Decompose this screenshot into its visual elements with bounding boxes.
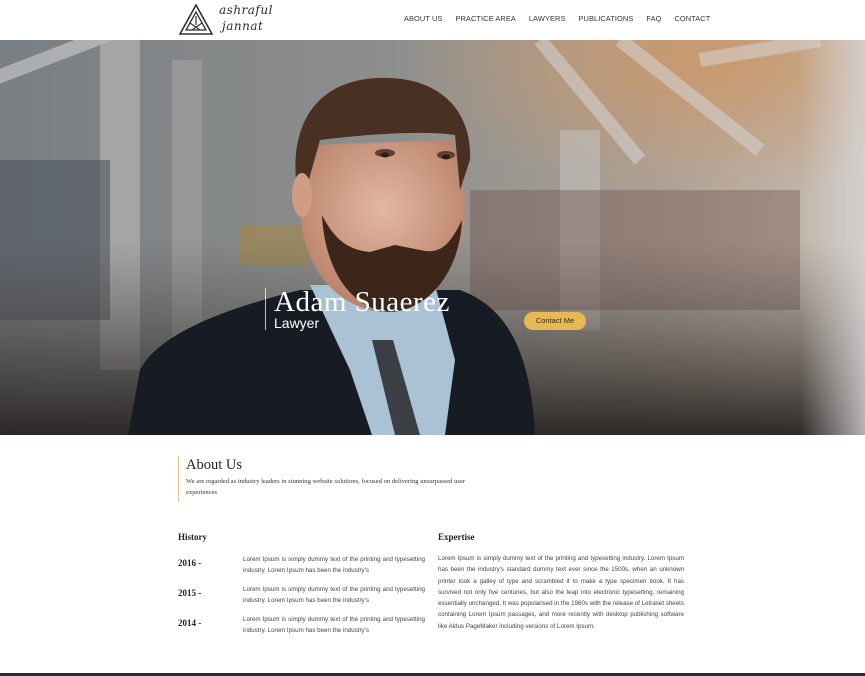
brand-line-1: ashraful	[219, 3, 273, 17]
nav-publications[interactable]: PUBLICATIONS	[578, 14, 633, 23]
history-entry: 2014 - Lorem Ipsum is simply dummy text …	[178, 614, 426, 638]
hero-banner: Adam Suaerez Lawyer Contact Me	[0, 40, 865, 435]
triangle-knot-icon	[178, 3, 214, 35]
history-entry: 2015 - Lorem Ipsum is simply dummy text …	[178, 584, 426, 608]
about-section: About Us We are regarded as industry lea…	[178, 456, 478, 502]
history-text: Lorem Ipsum is simply dummy text of the …	[243, 586, 425, 604]
about-description: We are regarded as industry leaders in s…	[186, 478, 466, 496]
hero-role: Lawyer	[274, 315, 320, 331]
nav-lawyers[interactable]: LAWYERS	[529, 14, 566, 23]
about-title: About Us	[186, 457, 242, 473]
brand-logo[interactable]: ashraful jannat	[178, 2, 278, 38]
site-header: ashraful jannat ABOUT US PRACTICE AREA L…	[0, 0, 865, 40]
contact-me-button[interactable]: Contact Me	[524, 312, 586, 330]
hero-photo	[0, 40, 865, 435]
nav-practice-area[interactable]: PRACTICE AREA	[455, 14, 515, 23]
main-nav: ABOUT US PRACTICE AREA LAWYERS PUBLICATI…	[404, 14, 710, 23]
nav-faq[interactable]: FAQ	[646, 14, 661, 23]
history-year: 2014 -	[178, 618, 202, 628]
nav-contact[interactable]: CONTACT	[674, 14, 710, 23]
history-year: 2015 -	[178, 588, 202, 598]
history-year: 2016 -	[178, 558, 202, 568]
hero-title-block: Adam Suaerez Lawyer	[265, 288, 450, 330]
history-text: Lorem Ipsum is simply dummy text of the …	[243, 616, 425, 634]
expertise-text: Lorem Ipsum is simply dummy text of the …	[438, 555, 684, 630]
history-entry: 2016 - Lorem Ipsum is simply dummy text …	[178, 554, 426, 578]
nav-about-us[interactable]: ABOUT US	[404, 14, 442, 23]
hero-name: Adam Suaerez	[274, 286, 450, 318]
brand-line-2: jannat	[222, 19, 264, 33]
expertise-title: Expertise	[438, 532, 475, 542]
history-text: Lorem Ipsum is simply dummy text of the …	[243, 556, 425, 574]
history-title: History	[178, 532, 207, 542]
